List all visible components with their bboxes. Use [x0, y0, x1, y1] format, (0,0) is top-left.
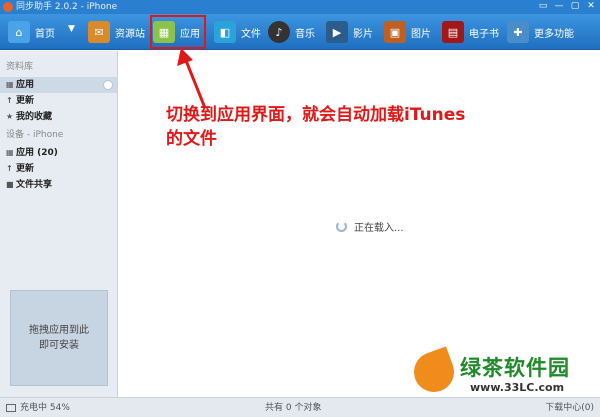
annotation-line: 的文件 — [166, 129, 217, 149]
library-section-label: 资料库 — [6, 62, 34, 72]
window-title: 同步助手 2.0.2 - iPhone — [16, 2, 118, 12]
skin-button[interactable]: ▭ — [538, 1, 548, 11]
toolbar-label: 电子书 — [469, 28, 499, 40]
toolbar-label: 影片 — [353, 28, 373, 40]
sidebar-item-apps[interactable]: ▦ 应用 — [0, 77, 117, 93]
home-icon: ⌂ — [8, 21, 30, 43]
window-controls: ▭ — ▢ ✕ — [538, 1, 596, 11]
title-bar: 同步助手 2.0.2 - iPhone ▭ — ▢ ✕ — [0, 0, 600, 14]
file-icon: ◧ — [214, 21, 236, 43]
spinner-icon — [336, 221, 347, 232]
status-bar: 充电中 54% 共有 0 个对象 下载中心(0) — [0, 397, 600, 417]
more-icon: ✚ — [507, 21, 529, 43]
sidebar-item-label: 我的收藏 — [16, 112, 53, 122]
toolbar-apps[interactable]: ▦ 应用 — [150, 15, 206, 49]
apps-icon: ▦ — [153, 21, 175, 43]
battery-icon — [6, 404, 16, 412]
app-logo-icon — [3, 2, 13, 12]
ebook-icon: ▤ — [442, 21, 464, 43]
toolbar-label: 资源站 — [115, 28, 145, 40]
sidebar-item-device-updates[interactable]: ↑ 更新 — [0, 161, 117, 177]
toolbar-more[interactable]: ✚ 更多功能 — [507, 18, 574, 46]
resource-icon: ✉ — [88, 21, 110, 43]
sidebar-item-label: 更新 — [16, 164, 35, 174]
maximize-button[interactable]: ▢ — [570, 1, 580, 11]
music-icon: ♪ — [268, 21, 290, 43]
sidebar-item-label: 应用 — [16, 80, 35, 90]
toolbar-resources[interactable]: ✉ 资源站 — [88, 18, 145, 46]
sidebar-item-device-apps[interactable]: ▦ 应用 (20) — [0, 145, 117, 161]
up-arrow-icon: ↑ — [6, 164, 13, 173]
watermark: 绿茶软件园 www.33LC.com — [408, 346, 600, 400]
charge-status: 充电中 54% — [20, 403, 70, 413]
video-icon: ▶ — [326, 21, 348, 43]
toolbar-ebooks[interactable]: ▤ 电子书 — [442, 18, 499, 46]
sidebar: 资料库 ▦ 应用 ↑ 更新 ★ 我的收藏 设备 - iPhone ▦ 应用 (2… — [0, 51, 118, 397]
up-arrow-icon: ↑ — [6, 96, 13, 105]
object-count: 共有 0 个对象 — [265, 403, 322, 413]
sidebar-item-updates[interactable]: ↑ 更新 — [0, 93, 117, 109]
annotation-line: 切换到应用界面，就会自动加载iTunes — [166, 105, 466, 125]
loading-text: 正在载入... — [354, 223, 404, 234]
grid-icon: ▦ — [6, 80, 14, 89]
toolbar-files[interactable]: ◧ 文件 — [214, 18, 261, 46]
watermark-title: 绿茶软件园 — [460, 356, 570, 380]
toolbar-pictures[interactable]: ▣ 图片 — [384, 18, 431, 46]
star-icon: ★ — [6, 112, 14, 121]
toolbar-label: 文件 — [241, 28, 261, 40]
sidebar-item-label: 文件共享 — [16, 180, 53, 190]
close-button[interactable]: ✕ — [586, 1, 596, 11]
sidebar-item-file-sharing[interactable]: ■ 文件共享 — [0, 177, 117, 193]
folder-icon: ■ — [6, 180, 14, 189]
toolbar-label: 应用 — [180, 28, 200, 40]
sidebar-item-favorites[interactable]: ★ 我的收藏 — [0, 109, 117, 125]
status-badge — [103, 80, 113, 90]
annotation-text: 切换到应用界面，就会自动加载iTunes 的文件 — [166, 103, 546, 151]
sidebar-item-label: 更新 — [16, 96, 35, 106]
install-drop-zone[interactable]: 拖拽应用到此 即可安装 — [10, 290, 108, 386]
watermark-url: www.33LC.com — [470, 381, 565, 394]
main-toolbar: ⌂ 首页 ▼ ✉ 资源站 ▦ 应用 ◧ 文件 ♪ 音乐 ▶ 影片 ▣ 图片 ▤ … — [0, 14, 600, 50]
sidebar-item-label: 应用 (20) — [16, 148, 58, 158]
toolbar-home[interactable]: ⌂ 首页 — [8, 18, 55, 46]
toolbar-label: 音乐 — [295, 28, 315, 40]
minimize-button[interactable]: — — [554, 1, 564, 11]
leaf-logo-icon — [408, 346, 460, 398]
device-section-label: 设备 - iPhone — [6, 130, 64, 140]
toolbar-label: 首页 — [35, 28, 55, 40]
picture-icon: ▣ — [384, 21, 406, 43]
drop-zone-line: 即可安装 — [39, 340, 79, 351]
drop-zone-line: 拖拽应用到此 — [29, 325, 89, 336]
toolbar-music[interactable]: ♪ 音乐 — [268, 18, 315, 46]
toolbar-label: 图片 — [411, 28, 431, 40]
grid-icon: ▦ — [6, 148, 14, 157]
toolbar-label: 更多功能 — [534, 28, 574, 40]
download-center-link[interactable]: 下载中心(0) — [545, 398, 594, 417]
loading-indicator: 正在载入... — [336, 219, 404, 234]
annotation-arrow-icon — [177, 48, 207, 109]
toolbar-videos[interactable]: ▶ 影片 — [326, 18, 373, 46]
chevron-down-icon[interactable]: ▼ — [68, 24, 75, 34]
